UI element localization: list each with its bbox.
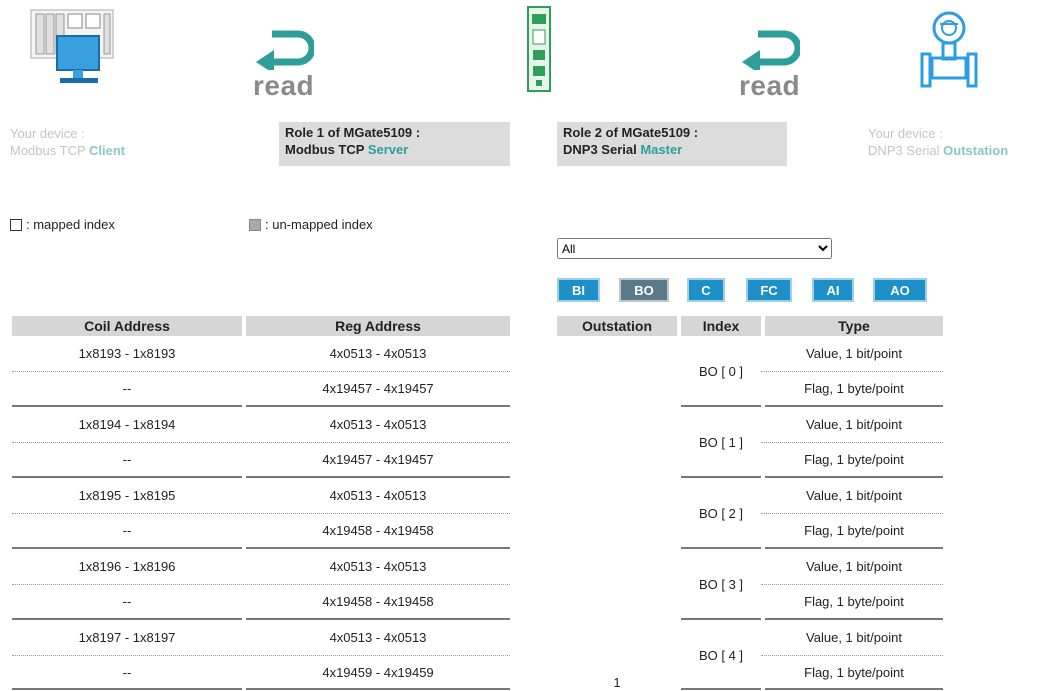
reg-cell: 4x0513 - 4x0513: [329, 417, 427, 432]
client-device-label: Your device : Modbus TCP Client: [10, 126, 126, 158]
type-cell: Value, 1 bit/point: [806, 488, 902, 503]
role1-box: Role 1 of MGate5109 : Modbus TCP Server: [279, 122, 510, 166]
read-label: read: [739, 70, 801, 101]
reg-cell: 4x0513 - 4x0513: [329, 488, 427, 503]
type-cell: Value, 1 bit/point: [806, 630, 902, 645]
legend-unmapped: : un-mapped index: [249, 217, 373, 232]
coil-cell: 1x8197 - 1x8197: [78, 630, 176, 645]
read-label: read: [253, 70, 315, 101]
reg-cell: 4x0513 - 4x0513: [329, 559, 427, 574]
coil-cell: 1x8196 - 1x8196: [78, 559, 176, 574]
reg-cell: 4x19458 - 4x19458: [322, 523, 434, 538]
tab-c[interactable]: C: [687, 278, 725, 302]
mgate-gateway-icon: [527, 6, 551, 92]
reg-cell: 4x19458 - 4x19458: [322, 594, 434, 609]
type-cell: Value, 1 bit/point: [806, 559, 902, 574]
reg-cell: 4x19459 - 4x19459: [322, 665, 434, 680]
outstation-device-label: Your device : DNP3 Serial Outstation: [868, 126, 1009, 158]
read-arrow-icon: [256, 30, 314, 70]
flow-meter-icon: [920, 11, 978, 88]
type-cell: Flag, 1 byte/point: [804, 523, 904, 538]
type-cell: Value, 1 bit/point: [806, 417, 902, 432]
reg-cell: 4x19457 - 4x19457: [322, 381, 434, 396]
index-cell: BO [ 4 ]: [698, 647, 744, 663]
header-coil-address: Coil Address: [12, 316, 242, 336]
tab-ai[interactable]: AI: [812, 278, 854, 302]
coil-cell: --: [122, 594, 132, 609]
type-cell: Flag, 1 byte/point: [804, 665, 904, 680]
index-cell: BO [ 0 ]: [698, 363, 744, 379]
coil-cell: --: [122, 452, 132, 467]
header-reg-address: Reg Address: [246, 316, 510, 336]
header-outstation: Outstation: [557, 316, 677, 336]
legend-mapped: : mapped index: [10, 217, 115, 232]
unmapped-swatch: [249, 218, 261, 231]
tab-bi[interactable]: BI: [557, 278, 600, 302]
plc-computer-icon: [30, 9, 114, 83]
mapped-swatch: [10, 218, 22, 231]
type-cell: Flag, 1 byte/point: [804, 452, 904, 467]
group-divider: [681, 688, 761, 690]
reg-cell: 4x0513 - 4x0513: [329, 346, 427, 361]
coil-cell: --: [122, 523, 132, 538]
index-cell: BO [ 1 ]: [698, 434, 744, 450]
coil-cell: 1x8194 - 1x8194: [78, 417, 176, 432]
tab-fc[interactable]: FC: [746, 278, 792, 302]
coil-cell: 1x8193 - 1x8193: [78, 346, 176, 361]
type-cell: Value, 1 bit/point: [806, 346, 902, 361]
coil-cell: --: [122, 381, 132, 396]
coil-cell: --: [122, 665, 132, 680]
role2-box: Role 2 of MGate5109 : DNP3 Serial Master: [557, 122, 787, 166]
header-type: Type: [765, 316, 943, 336]
outstation-cell: 1: [613, 675, 621, 690]
tab-ao[interactable]: AO: [873, 278, 927, 302]
type-cell: Flag, 1 byte/point: [804, 594, 904, 609]
group-divider: [12, 688, 242, 690]
tab-bo[interactable]: BO: [619, 278, 669, 302]
coil-cell: 1x8195 - 1x8195: [78, 488, 176, 503]
index-cell: BO [ 2 ]: [698, 505, 744, 521]
type-filter-select[interactable]: All: [557, 238, 832, 259]
group-divider: [246, 688, 510, 690]
group-divider: [765, 688, 943, 690]
reg-cell: 4x0513 - 4x0513: [329, 630, 427, 645]
reg-cell: 4x19457 - 4x19457: [322, 452, 434, 467]
header-index: Index: [681, 316, 761, 336]
type-cell: Flag, 1 byte/point: [804, 381, 904, 396]
index-cell: BO [ 3 ]: [698, 576, 744, 592]
read-arrow-icon: [742, 30, 800, 70]
